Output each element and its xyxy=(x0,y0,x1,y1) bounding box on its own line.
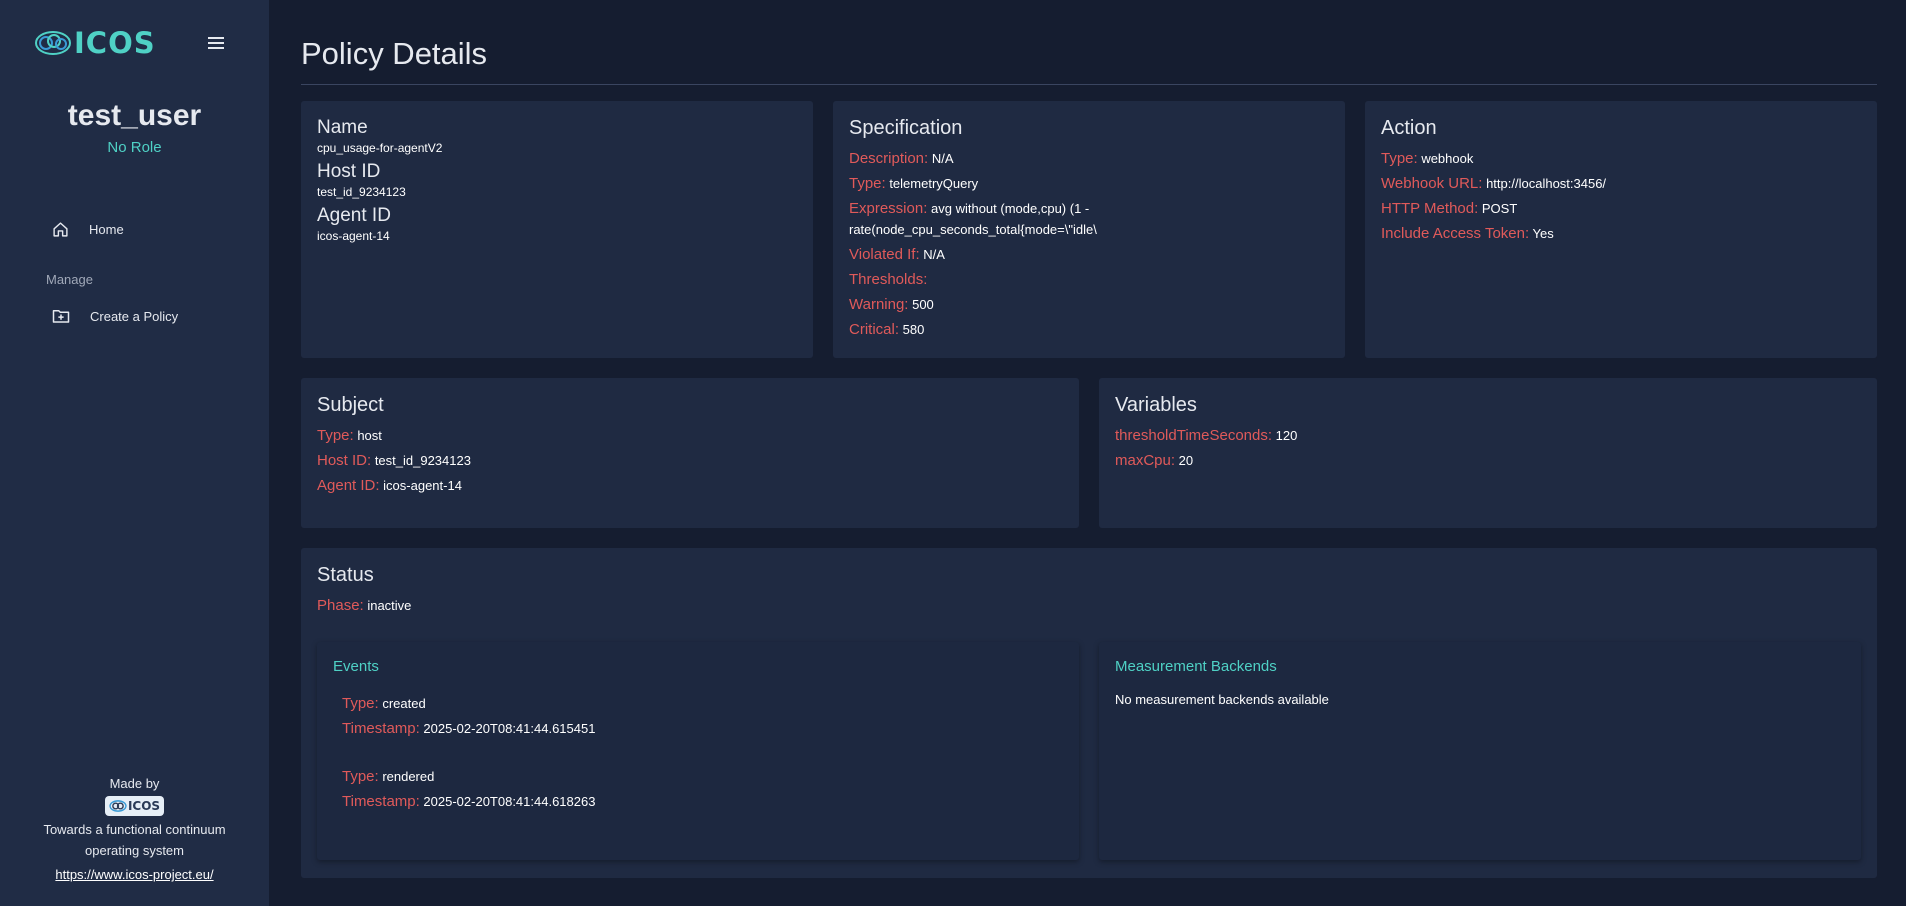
icos-cloud-icon xyxy=(35,31,71,55)
event-type: Type: created xyxy=(342,695,426,712)
status-card: Status Phase: inactive Events Type: crea… xyxy=(301,548,1877,878)
username: test_user xyxy=(67,99,202,132)
agent-id-heading: Agent ID xyxy=(317,205,391,226)
event-timestamp: Timestamp: 2025-02-20T08:41:44.618263 xyxy=(342,793,596,810)
status-phase: Phase: inactive xyxy=(317,597,412,614)
variables-heading: Variables xyxy=(1115,394,1197,416)
made-by-text: Made by xyxy=(109,776,160,791)
footer-logo: ICOS xyxy=(104,796,165,816)
icos-logo[interactable]: ICOS xyxy=(34,26,156,60)
action-type: Type: webhook xyxy=(1381,150,1474,167)
sidebar-footer: Made by ICOS Towards a functional contin… xyxy=(0,773,269,885)
action-access-token: Include Access Token: Yes xyxy=(1381,225,1554,242)
event-item: Type: rendered Timestamp: 2025-02-20T08:… xyxy=(333,764,1063,814)
action-webhook-url: Webhook URL: http://localhost:3456/ xyxy=(1381,175,1607,192)
home-icon xyxy=(53,222,68,237)
nav-create-policy[interactable]: Create a Policy xyxy=(52,308,178,324)
logo-text: ICOS xyxy=(74,26,156,60)
footer-logo-text: ICOS xyxy=(127,798,161,813)
tagline: Towards a functional continuum operating… xyxy=(43,822,226,858)
event-timestamp: Timestamp: 2025-02-20T08:41:44.615451 xyxy=(342,720,596,737)
variable-threshold-time: thresholdTimeSeconds: 120 xyxy=(1115,427,1298,444)
events-title: Events xyxy=(333,658,379,675)
event-type: Type: rendered xyxy=(342,768,435,785)
action-http-method: HTTP Method: POST xyxy=(1381,200,1518,217)
name-heading: Name xyxy=(317,117,368,138)
user-role: No Role xyxy=(107,139,162,156)
subject-card: Subject Type: host Host ID: test_id_9234… xyxy=(301,378,1079,528)
variables-card: Variables thresholdTimeSeconds: 120 maxC… xyxy=(1099,378,1877,528)
host-id-heading: Host ID xyxy=(317,161,381,182)
project-link[interactable]: https://www.icos-project.eu/ xyxy=(55,864,213,885)
icos-cloud-icon xyxy=(109,800,127,812)
nav-section-manage: Manage xyxy=(46,272,93,287)
action-card: Action Type: webhook Webhook URL: http:/… xyxy=(1365,101,1877,358)
measurement-backends-panel: Measurement Backends No measurement back… xyxy=(1099,642,1861,860)
event-item: Type: created Timestamp: 2025-02-20T08:4… xyxy=(333,691,1063,741)
page-title: Policy Details xyxy=(301,36,488,71)
spec-warning: Warning: 500 xyxy=(849,296,934,313)
spec-thresholds: Thresholds: xyxy=(849,271,928,288)
status-heading: Status xyxy=(317,564,374,586)
spec-critical: Critical: 580 xyxy=(849,321,925,338)
measurement-backends-title: Measurement Backends xyxy=(1115,658,1277,675)
menu-toggle-icon[interactable] xyxy=(205,34,227,52)
specification-card: Specification Description: N/A Type: tel… xyxy=(833,101,1345,358)
spec-description: Description: N/A xyxy=(849,150,954,167)
subject-type: Type: host xyxy=(317,427,382,444)
spec-expression: Expression: avg without (mode,cpu) (1 - … xyxy=(849,200,1097,237)
host-id-value: test_id_9234123 xyxy=(317,185,406,199)
specification-heading: Specification xyxy=(849,117,963,139)
measurement-backends-empty: No measurement backends available xyxy=(1115,692,1329,707)
events-panel: Events Type: created Timestamp: 2025-02-… xyxy=(317,642,1079,860)
agent-id-value: icos-agent-14 xyxy=(317,229,390,243)
title-divider xyxy=(301,84,1877,85)
subject-agent-id: Agent ID: icos-agent-14 xyxy=(317,477,462,494)
spec-type: Type: telemetryQuery xyxy=(849,175,979,192)
nav-home[interactable]: Home xyxy=(52,221,124,238)
policy-identity-card: Name cpu_usage-for-agentV2 Host ID test_… xyxy=(301,101,813,358)
sidebar: ICOS test_user No Role Home Manage Creat… xyxy=(0,0,269,906)
variable-max-cpu: maxCpu: 20 xyxy=(1115,452,1194,469)
subject-host-id: Host ID: test_id_9234123 xyxy=(317,452,471,469)
action-heading: Action xyxy=(1381,117,1437,139)
nav-create-policy-label: Create a Policy xyxy=(90,308,179,324)
folder-plus-icon xyxy=(52,310,70,323)
policy-name: cpu_usage-for-agentV2 xyxy=(317,141,443,155)
subject-heading: Subject xyxy=(317,394,384,416)
spec-violated-if: Violated If: N/A xyxy=(849,246,945,263)
nav-home-label: Home xyxy=(89,222,124,237)
